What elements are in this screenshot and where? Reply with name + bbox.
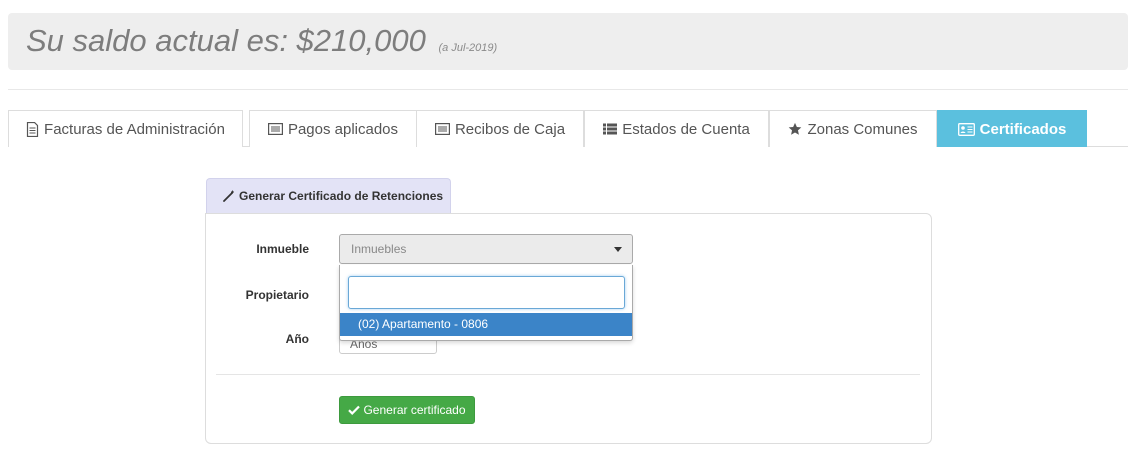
panel-tab-label: Generar Certificado de Retenciones bbox=[239, 189, 444, 203]
propietario-label: Propietario bbox=[245, 288, 309, 302]
tab-facturas[interactable]: Facturas de Administración bbox=[8, 110, 243, 147]
dropdown-option[interactable]: (02) Apartamento - 0806 bbox=[340, 313, 632, 336]
panel-tab-generar-certificado[interactable]: Generar Certificado de Retenciones bbox=[206, 178, 451, 213]
tab-estados-de-cuenta[interactable]: Estados de Cuenta bbox=[584, 110, 769, 147]
tab-label: Zonas Comunes bbox=[807, 120, 918, 138]
form-divider bbox=[216, 374, 920, 375]
balance-date: (a Jul-2019) bbox=[438, 42, 498, 54]
anio-label: Año bbox=[285, 332, 309, 346]
caret-down-icon bbox=[614, 247, 622, 252]
balance-banner: Su saldo actual es: $210,000 (a Jul-2019… bbox=[8, 13, 1128, 70]
star-icon bbox=[788, 122, 802, 136]
balance-text-wrap: Su saldo actual es: $210,000 (a Jul-2019… bbox=[26, 23, 497, 59]
divider bbox=[8, 89, 1128, 90]
generate-button-label: Generar certificado bbox=[363, 403, 466, 417]
tab-label: Pagos aplicados bbox=[287, 120, 399, 138]
list-icon bbox=[603, 123, 618, 135]
magic-wand-icon bbox=[223, 190, 235, 202]
inmueble-label: Inmueble bbox=[256, 242, 309, 256]
tab-recibos-de-caja[interactable]: Recibos de Caja bbox=[416, 110, 584, 147]
checkmark-icon bbox=[348, 405, 361, 415]
inmueble-dropdown: (02) Apartamento - 0806 bbox=[339, 265, 633, 341]
id-card-icon bbox=[957, 122, 975, 136]
document-icon bbox=[26, 121, 39, 137]
tab-label: Facturas de Administración bbox=[44, 120, 225, 138]
generate-certificate-button[interactable]: Generar certificado bbox=[339, 396, 475, 424]
list-box-icon bbox=[267, 123, 283, 135]
tab-label: Recibos de Caja bbox=[454, 120, 566, 138]
tab-pagos-aplicados[interactable]: Pagos aplicados bbox=[249, 110, 417, 147]
tab-label: Estados de Cuenta bbox=[622, 120, 750, 138]
tab-certificados[interactable]: Certificados bbox=[937, 110, 1087, 147]
balance-text: Su saldo actual es: $210,000 bbox=[26, 23, 426, 58]
tab-bar: Facturas de Administración Pagos aplicad… bbox=[8, 110, 1128, 147]
inmueble-select-value: Inmuebles bbox=[351, 242, 407, 256]
inmueble-select[interactable]: Inmuebles bbox=[339, 234, 633, 264]
tab-label: Certificados bbox=[979, 120, 1067, 138]
dropdown-search-input[interactable] bbox=[348, 276, 625, 309]
tab-zonas-comunes[interactable]: Zonas Comunes bbox=[769, 110, 937, 147]
list-box-icon bbox=[434, 123, 450, 135]
